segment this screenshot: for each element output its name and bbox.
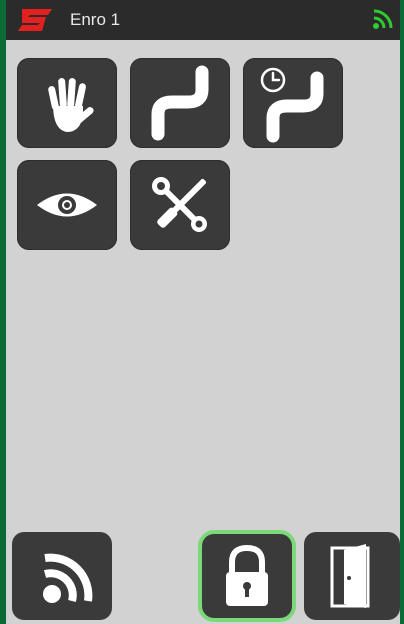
- settings-tools-button[interactable]: [130, 160, 230, 250]
- app-screen: Enro 1: [6, 0, 400, 624]
- lock-icon: [226, 544, 268, 606]
- eye-icon: [37, 193, 97, 217]
- scheduled-curve-button[interactable]: [243, 58, 343, 148]
- wifi-signal-icon: [43, 553, 93, 603]
- manual-mode-button[interactable]: [17, 58, 117, 148]
- brand-logo-icon: [18, 9, 52, 31]
- lock-button[interactable]: [202, 534, 292, 618]
- exit-button[interactable]: [304, 532, 400, 620]
- connection-button[interactable]: [12, 532, 112, 620]
- header-bar: Enro 1: [6, 0, 400, 40]
- scheduled-curve-icon: [260, 67, 324, 143]
- monitor-button[interactable]: [17, 160, 117, 250]
- page-title: Enro 1: [70, 10, 121, 29]
- wifi-signal-icon: [373, 9, 393, 29]
- hand-icon: [48, 77, 94, 132]
- curve-program-button[interactable]: [130, 58, 230, 148]
- exit-door-icon: [330, 544, 370, 608]
- tools-icon: [152, 177, 207, 232]
- curve-path-icon: [151, 65, 209, 141]
